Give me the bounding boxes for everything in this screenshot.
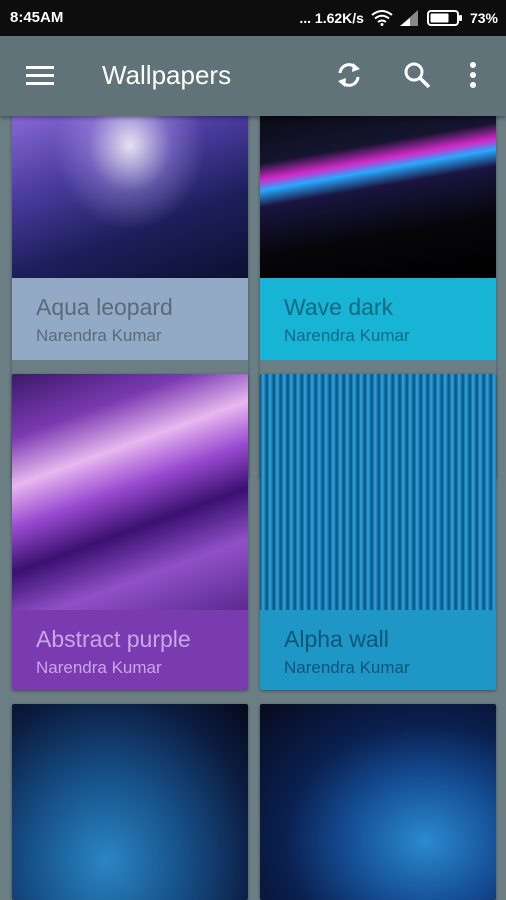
signal-icon [399, 10, 418, 26]
battery-icon [426, 10, 462, 26]
status-right: ... 1.62K/s 73% [299, 9, 498, 27]
wallpaper-thumbnail[interactable] [12, 116, 248, 278]
wallpaper-author: Narendra Kumar [36, 658, 162, 677]
wallpaper-author: Narendra Kumar [36, 326, 162, 345]
wallpaper-name: Wave dark [284, 294, 394, 320]
wallpaper-author: Narendra Kumar [284, 326, 410, 345]
wallpaper-author: Narendra Kumar [284, 658, 410, 677]
status-bar: 8:45AM ... 1.62K/s 73% [0, 0, 506, 36]
page-title: Wallpapers [102, 60, 232, 90]
wallpaper-info[interactable]: Abstract purple Narendra Kumar [12, 610, 248, 690]
wallpaper-thumbnail[interactable] [260, 116, 496, 278]
wallpaper-thumbnail[interactable] [260, 374, 496, 610]
wallpaper-info[interactable]: Alpha wall Narendra Kumar [260, 610, 496, 690]
wallpaper-thumbnail[interactable] [260, 704, 496, 900]
battery-percent: 73% [469, 10, 498, 26]
more-vert-icon[interactable] [466, 60, 480, 90]
wallpaper-name: Alpha wall [284, 626, 389, 652]
wallpaper-card[interactable] [12, 704, 248, 900]
wallpaper-info[interactable]: Wave dark Narendra Kumar [260, 278, 496, 360]
search-icon[interactable] [402, 60, 432, 90]
wallpaper-thumbnail[interactable] [12, 704, 248, 900]
wallpaper-card[interactable]: Alpha wall Narendra Kumar [260, 374, 496, 690]
menu-icon[interactable] [26, 64, 54, 86]
wallpaper-card[interactable]: Abstract purple Narendra Kumar [12, 374, 248, 690]
wallpaper-card[interactable] [260, 704, 496, 900]
wallpaper-thumbnail[interactable] [12, 374, 248, 610]
wallpaper-name: Aqua leopard [36, 294, 173, 320]
wallpaper-grid: Aqua leopard Narendra Kumar Wave dark Na… [0, 116, 506, 900]
app-bar: Wallpapers [0, 36, 506, 116]
refresh-icon[interactable] [334, 60, 364, 90]
wifi-icon [371, 10, 393, 26]
network-speed: ... 1.62K/s [299, 10, 364, 26]
status-time: 8:45AM [10, 9, 64, 26]
wallpaper-info[interactable]: Aqua leopard Narendra Kumar [12, 278, 248, 360]
wallpaper-name: Abstract purple [36, 626, 191, 652]
